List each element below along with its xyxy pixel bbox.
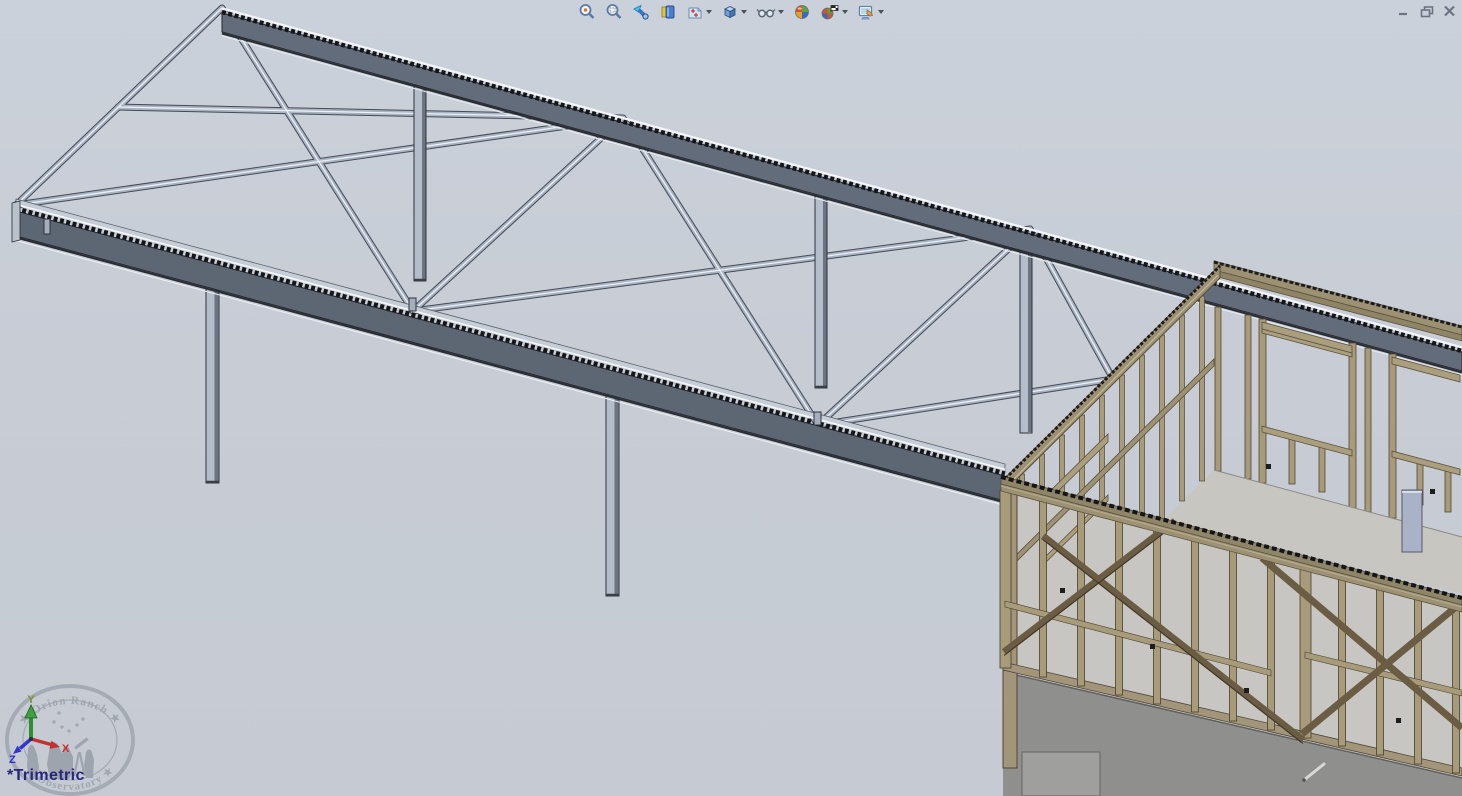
electrical-box [1060, 588, 1065, 593]
triad-y-label: Y [27, 694, 35, 706]
display-style-dropdown-caret[interactable] [741, 10, 747, 14]
side-wall-studs [1020, 296, 1205, 519]
foundation-notch [1022, 752, 1100, 796]
display-style-icon [721, 3, 739, 21]
electrical-box [1396, 718, 1401, 723]
view-orientation-icon [686, 3, 704, 21]
back-column-1 [414, 82, 426, 281]
apply-scene-icon [820, 3, 840, 21]
edit-appearance-icon [793, 3, 811, 21]
previous-view-icon [632, 3, 650, 21]
front-beam-end-cap [12, 201, 20, 242]
view-settings-dropdown-caret[interactable] [878, 10, 884, 14]
restore-icon[interactable] [1419, 4, 1434, 18]
view-settings-icon [857, 3, 876, 21]
electrical-box [1430, 489, 1435, 494]
view-orientation-label: *Trimetric [7, 767, 85, 785]
back-column-2 [815, 192, 827, 388]
heads-up-view-toolbar [576, 1, 886, 23]
front-beam [12, 199, 1005, 506]
electrical-box [1150, 644, 1155, 649]
apply-scene-dropdown-caret[interactable] [842, 10, 848, 14]
electrical-box [1244, 688, 1249, 693]
view-orientation-button[interactable] [684, 1, 714, 23]
zoom-to-fit-button[interactable] [576, 1, 598, 23]
3d-viewport[interactable]: ★ Orion Ranch ★ ★ Observatory ★ [0, 0, 1462, 796]
triad-z-label: Z [9, 754, 16, 766]
view-settings-button[interactable] [855, 1, 886, 23]
front-column-2 [606, 390, 619, 596]
back-column-3 [1020, 247, 1032, 433]
section-view-button[interactable] [657, 1, 679, 23]
minimize-icon[interactable] [1396, 4, 1411, 18]
view-orientation-dropdown-caret[interactable] [706, 10, 712, 14]
close-icon[interactable] [1442, 4, 1457, 18]
electrical-box [1266, 464, 1271, 469]
side-wall-top-plate [1002, 265, 1220, 494]
back-wall-window-1 [1262, 322, 1352, 456]
triad-x-label: X [62, 743, 70, 755]
apply-scene-button[interactable] [818, 1, 850, 23]
hide-show-items-dropdown-caret[interactable] [778, 10, 784, 14]
zoom-to-fit-icon [578, 3, 596, 21]
display-style-button[interactable] [719, 1, 749, 23]
cad-application-window: ★ Orion Ranch ★ ★ Observatory ★ [0, 0, 1462, 796]
zoom-to-area-button[interactable] [603, 1, 625, 23]
back-wall-window-2 [1392, 357, 1460, 475]
section-view-icon [659, 3, 677, 21]
front-column-1 [206, 285, 219, 483]
window-controls [1396, 4, 1457, 18]
hide-show-items-icon [756, 3, 776, 21]
previous-view-button[interactable] [630, 1, 652, 23]
hide-show-items-button[interactable] [754, 1, 786, 23]
electrical-panel [1402, 490, 1422, 552]
zoom-to-area-icon [605, 3, 623, 21]
edit-appearance-button[interactable] [791, 1, 813, 23]
